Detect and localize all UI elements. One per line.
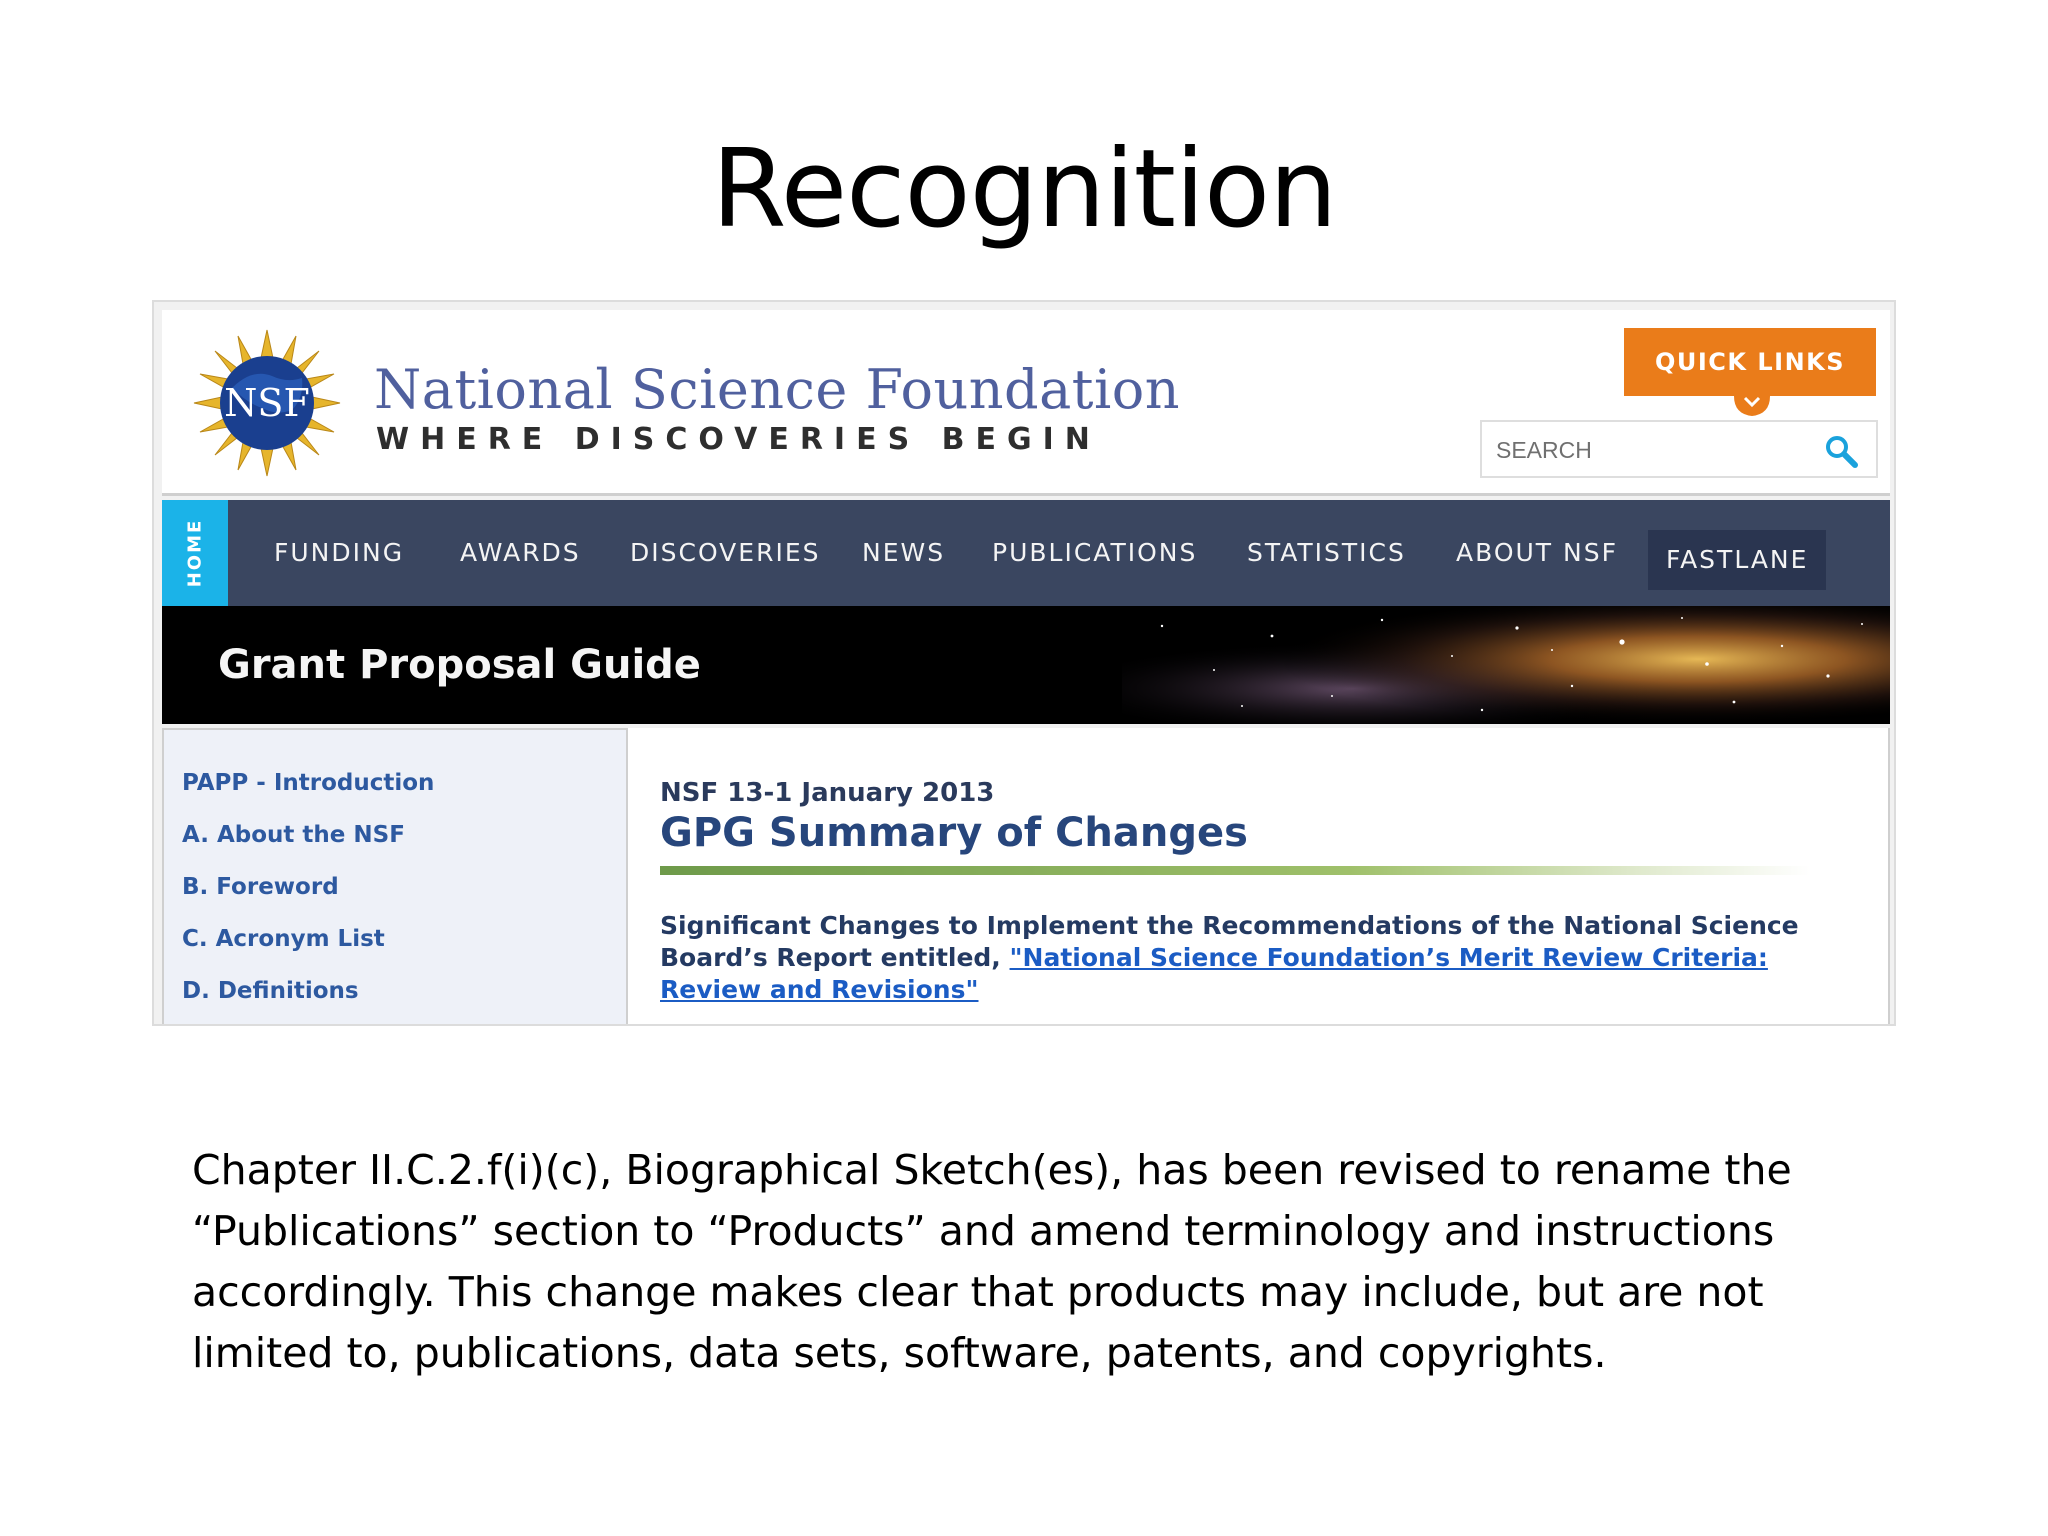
slide-title: Recognition bbox=[711, 127, 1338, 252]
site-tagline: WHERE DISCOVERIES BEGIN bbox=[376, 422, 1101, 457]
main-nav: HOME FUNDING AWARDS DISCOVERIES NEWS PUB… bbox=[162, 500, 1890, 606]
home-tab[interactable]: HOME bbox=[162, 500, 228, 606]
search-icon[interactable] bbox=[1824, 434, 1858, 468]
chevron-down-icon[interactable] bbox=[1732, 388, 1772, 418]
sidebar-link-about-nsf[interactable]: A. About the NSF bbox=[182, 822, 405, 848]
page-banner: Grant Proposal Guide bbox=[162, 606, 1890, 724]
nav-item-news[interactable]: NEWS bbox=[862, 500, 945, 606]
site-name[interactable]: National Science Foundation bbox=[374, 358, 1180, 421]
main-column: NSF 13-1 January 2013 GPG Summary of Cha… bbox=[628, 728, 1890, 1024]
quick-links-button[interactable]: QUICK LINKS bbox=[1624, 328, 1876, 396]
sidebar-link-foreword[interactable]: B. Foreword bbox=[182, 874, 339, 900]
banner-title: Grant Proposal Guide bbox=[218, 642, 701, 688]
nav-item-awards[interactable]: AWARDS bbox=[460, 500, 581, 606]
nav-item-discoveries[interactable]: DISCOVERIES bbox=[630, 500, 821, 606]
sidebar-link-papp-introduction[interactable]: PAPP - Introduction bbox=[182, 770, 434, 796]
document-id: NSF 13-1 January 2013 bbox=[660, 778, 995, 808]
sidebar-link-acronym-list[interactable]: C. Acronym List bbox=[182, 926, 385, 952]
slide-body-text: Chapter II.C.2.f(i)(c), Biographical Ske… bbox=[192, 1146, 1792, 1377]
left-sidebar: PAPP - Introduction A. About the NSF B. … bbox=[162, 728, 628, 1024]
title-divider bbox=[660, 866, 1810, 875]
summary-paragraph: Significant Changes to Implement the Rec… bbox=[660, 910, 1860, 1006]
nebula-image bbox=[1122, 606, 1890, 724]
sidebar-link-definitions[interactable]: D. Definitions bbox=[182, 978, 359, 1004]
home-tab-label: HOME bbox=[184, 518, 206, 588]
logo-text: NSF bbox=[224, 381, 310, 425]
nav-item-statistics[interactable]: STATISTICS bbox=[1247, 500, 1406, 606]
nsf-globe-seal-icon[interactable]: NSF bbox=[192, 328, 342, 478]
nav-item-publications[interactable]: PUBLICATIONS bbox=[992, 500, 1197, 606]
search-box[interactable] bbox=[1480, 420, 1878, 478]
search-input[interactable] bbox=[1496, 430, 1796, 470]
nav-item-fastlane[interactable]: FASTLANE bbox=[1648, 530, 1827, 590]
website-screenshot: NSF National Science Foundation WHERE DI… bbox=[152, 300, 1896, 1026]
document-title: GPG Summary of Changes bbox=[660, 810, 1248, 856]
nav-item-about-nsf[interactable]: ABOUT NSF bbox=[1456, 500, 1618, 606]
page-content: PAPP - Introduction A. About the NSF B. … bbox=[162, 728, 1890, 1024]
nav-item-funding[interactable]: FUNDING bbox=[274, 500, 404, 606]
site-header: NSF National Science Foundation WHERE DI… bbox=[162, 310, 1890, 496]
